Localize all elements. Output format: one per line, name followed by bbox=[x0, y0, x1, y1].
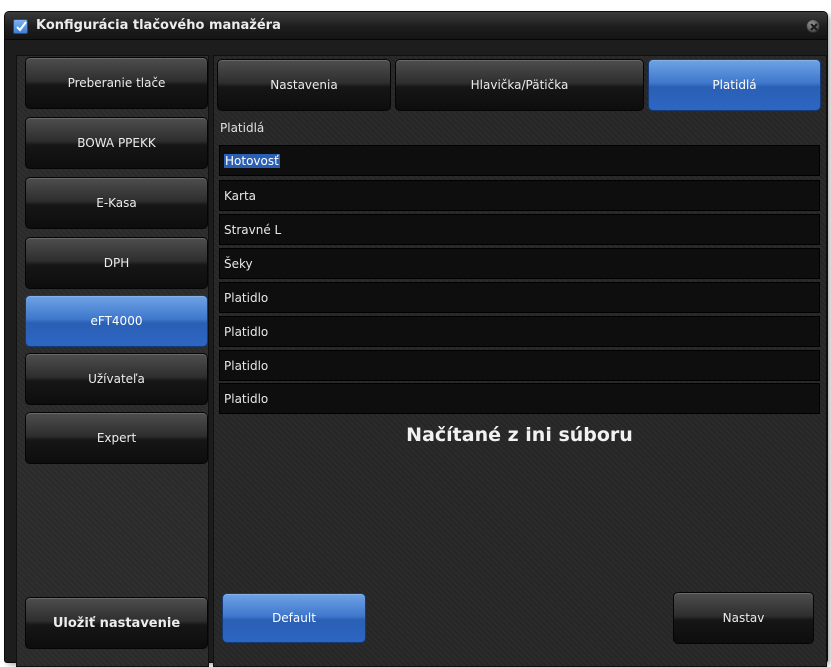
payment-field-text: Platidlo bbox=[224, 324, 269, 339]
payment-field-text: Platidlo bbox=[224, 290, 269, 305]
tab-platidla[interactable]: Platidlá bbox=[648, 59, 821, 111]
payment-field-text: Stravné L bbox=[224, 222, 282, 237]
sidebar-item-label: BOWA PPEKK bbox=[77, 136, 156, 150]
payment-field[interactable]: Šeky bbox=[219, 248, 820, 279]
payment-field-text: Šeky bbox=[224, 256, 253, 271]
tab-nastavenia[interactable]: Nastavenia bbox=[217, 59, 391, 111]
payment-field[interactable]: Stravné L bbox=[219, 214, 820, 245]
sidebar-item-label: DPH bbox=[103, 256, 130, 270]
sidebar-item-eft4000[interactable]: eFT4000 bbox=[25, 295, 208, 347]
tab-hlavicka-paticka[interactable]: Hlavička/Pätička bbox=[395, 59, 644, 111]
sidebar-item-e-kasa[interactable]: E-Kasa bbox=[25, 177, 208, 229]
sidebar-item-label: Preberanie tlače bbox=[67, 76, 166, 90]
payment-field-text: Karta bbox=[224, 188, 257, 203]
window-title: Konfigurácia tlačového manažéra bbox=[36, 18, 281, 33]
tab-label: Nastavenia bbox=[270, 78, 338, 92]
sidebar-item-label: eFT4000 bbox=[90, 314, 143, 328]
payment-field[interactable]: Platidlo bbox=[219, 282, 820, 313]
payment-field-text: Hotovosť bbox=[224, 153, 280, 168]
default-button[interactable]: Default bbox=[222, 593, 366, 643]
payment-field[interactable]: Hotovosť bbox=[219, 145, 820, 176]
payment-field[interactable]: Platidlo bbox=[219, 383, 820, 414]
sidebar-item-label: Užívateľa bbox=[88, 372, 145, 386]
sidebar-item-label: E-Kasa bbox=[96, 196, 137, 210]
sidebar-item-expert[interactable]: Expert bbox=[25, 412, 208, 464]
tab-label: Hlavička/Pätička bbox=[470, 78, 569, 92]
payment-field[interactable]: Karta bbox=[219, 180, 820, 211]
save-settings-label: Uložiť nastavenie bbox=[52, 615, 181, 631]
save-settings-button[interactable]: Uložiť nastavenie bbox=[25, 597, 208, 649]
sidebar-item-label: Expert bbox=[96, 431, 137, 445]
sidebar-item-dph[interactable]: DPH bbox=[25, 237, 208, 289]
sidebar-item-preberanie-tlace[interactable]: Preberanie tlače bbox=[25, 57, 208, 109]
set-button[interactable]: Nastav bbox=[673, 592, 814, 644]
tab-label: Platidlá bbox=[712, 78, 757, 92]
close-icon[interactable] bbox=[806, 19, 820, 33]
sidebar-item-bowa-ppekk[interactable]: BOWA PPEKK bbox=[25, 117, 208, 169]
payment-field-text: Platidlo bbox=[224, 391, 269, 406]
load-status-text: Načítané z ini súboru bbox=[406, 424, 633, 446]
payment-field[interactable]: Platidlo bbox=[219, 350, 820, 381]
checkbox-icon bbox=[13, 19, 28, 34]
titlebar[interactable]: Konfigurácia tlačového manažéra bbox=[5, 12, 827, 40]
sidebar-item-uzivatela[interactable]: Užívateľa bbox=[25, 353, 208, 405]
default-label: Default bbox=[272, 611, 316, 625]
set-label: Nastav bbox=[722, 611, 765, 625]
payments-group-label: Platidlá bbox=[220, 121, 265, 135]
payment-field-text: Platidlo bbox=[224, 358, 269, 373]
payment-field[interactable]: Platidlo bbox=[219, 316, 820, 347]
